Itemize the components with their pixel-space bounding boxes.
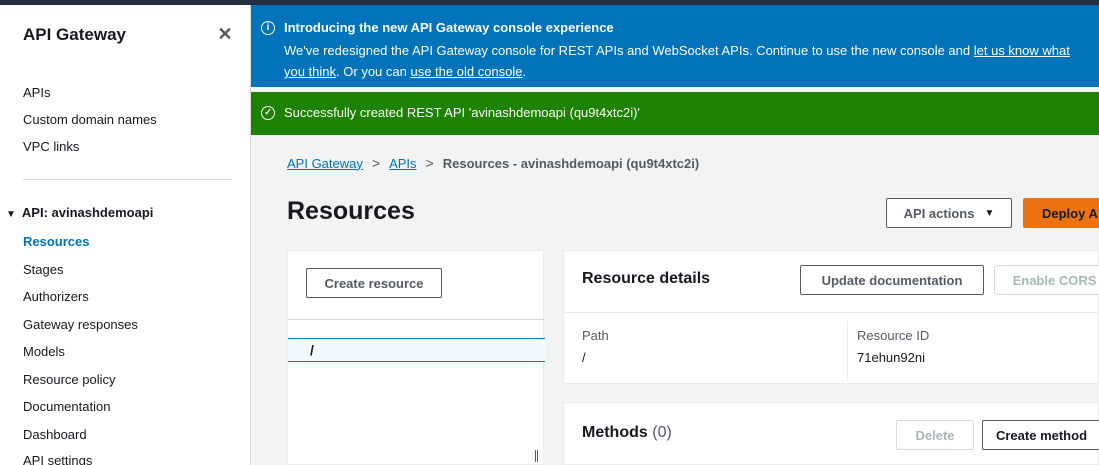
sidebar-item-resource-policy[interactable]: Resource policy [23, 372, 116, 387]
update-documentation-button[interactable]: Update documentation [800, 265, 984, 295]
deploy-api-button[interactable]: Deploy A [1023, 198, 1099, 228]
resource-tree-panel: Create resource / [287, 250, 545, 465]
tree-divider [288, 319, 545, 320]
details-column-divider [847, 321, 848, 381]
methods-count: (0) [652, 424, 672, 441]
info-flashbar-body: We've redesigned the API Gateway console… [284, 40, 1089, 82]
create-resource-button[interactable]: Create resource [306, 268, 442, 298]
sidebar-title: API Gateway [23, 25, 126, 44]
resource-id-value: 71ehun92ni [857, 350, 925, 365]
info-flashbar: i Introducing the new API Gateway consol… [251, 5, 1099, 87]
sidebar-item-models[interactable]: Models [23, 344, 65, 359]
delete-method-button[interactable]: Delete [896, 420, 974, 450]
path-label: Path [582, 328, 609, 343]
sidebar-item-apis[interactable]: APIs [23, 85, 50, 100]
page-title: Resources [287, 197, 415, 225]
methods-title: Methods (0) [582, 424, 672, 442]
resource-id-label: Resource ID [857, 328, 930, 343]
sidebar-item-resources[interactable]: Resources [23, 234, 89, 249]
sidebar-item-dashboard[interactable]: Dashboard [23, 427, 87, 442]
resize-handle-icon[interactable] [535, 450, 538, 462]
api-actions-label: API actions [903, 205, 975, 221]
breadcrumb-api-gateway[interactable]: API Gateway [287, 156, 363, 171]
api-actions-dropdown[interactable]: API actions ▼ [886, 198, 1012, 228]
info-middle-text: . Or you can [336, 64, 407, 79]
breadcrumb-current: Resources - avinashdemoapi (qu9t4xtc2i) [442, 155, 700, 171]
path-value: / [582, 350, 586, 365]
success-flashbar: ✓ Successfully created REST API 'avinash… [251, 92, 1099, 135]
old-console-link[interactable]: use the old console [410, 64, 522, 79]
sidebar-item-vpc-links[interactable]: VPC links [23, 139, 79, 154]
enable-cors-button[interactable]: Enable CORS [994, 265, 1099, 295]
resource-details-title: Resource details [582, 270, 711, 287]
methods-panel: Methods (0) Delete Create method [563, 402, 1099, 465]
sidebar-item-custom-domain-names[interactable]: Custom domain names [23, 112, 157, 127]
tree-node-root[interactable]: / [288, 338, 545, 362]
details-divider [564, 312, 1099, 313]
sidebar-item-authorizers[interactable]: Authorizers [23, 289, 89, 304]
caret-down-icon: ▼ [6, 209, 16, 220]
sidebar-item-api-settings[interactable]: API settings [23, 453, 92, 465]
chevron-right-icon: > [425, 155, 434, 171]
breadcrumb-apis[interactable]: APIs [389, 156, 416, 171]
info-end-text: . [522, 64, 527, 79]
deploy-api-label: Deploy A [1042, 205, 1098, 221]
sidebar-section-label: API: avinashdemoapi [21, 205, 154, 220]
methods-title-label: Methods [582, 424, 648, 441]
close-icon[interactable]: ✕ [216, 25, 234, 43]
create-method-button[interactable]: Create method [982, 420, 1099, 450]
success-message: Successfully created REST API 'avinashde… [284, 105, 640, 120]
check-circle-icon: ✓ [261, 106, 275, 120]
sidebar-section-api[interactable]: ▼ API: avinashdemoapi [6, 205, 153, 220]
main-content: i Introducing the new API Gateway consol… [251, 5, 1099, 465]
caret-down-icon: ▼ [984, 207, 995, 219]
resource-details-panel: Resource details Update documentation En… [563, 250, 1099, 384]
info-body-text: We've redesigned the API Gateway console… [284, 43, 971, 58]
sidebar: API Gateway ✕ APIs Custom domain names V… [0, 5, 251, 465]
sidebar-item-gateway-responses[interactable]: Gateway responses [23, 317, 138, 332]
breadcrumb: API Gateway > APIs > Resources - avinash… [287, 155, 699, 171]
info-icon: i [261, 21, 275, 35]
sidebar-item-documentation[interactable]: Documentation [23, 399, 110, 414]
sidebar-divider [23, 179, 232, 180]
chevron-right-icon: > [371, 155, 381, 171]
info-flashbar-title: Introducing the new API Gateway console … [284, 20, 614, 35]
sidebar-item-stages[interactable]: Stages [23, 262, 63, 277]
